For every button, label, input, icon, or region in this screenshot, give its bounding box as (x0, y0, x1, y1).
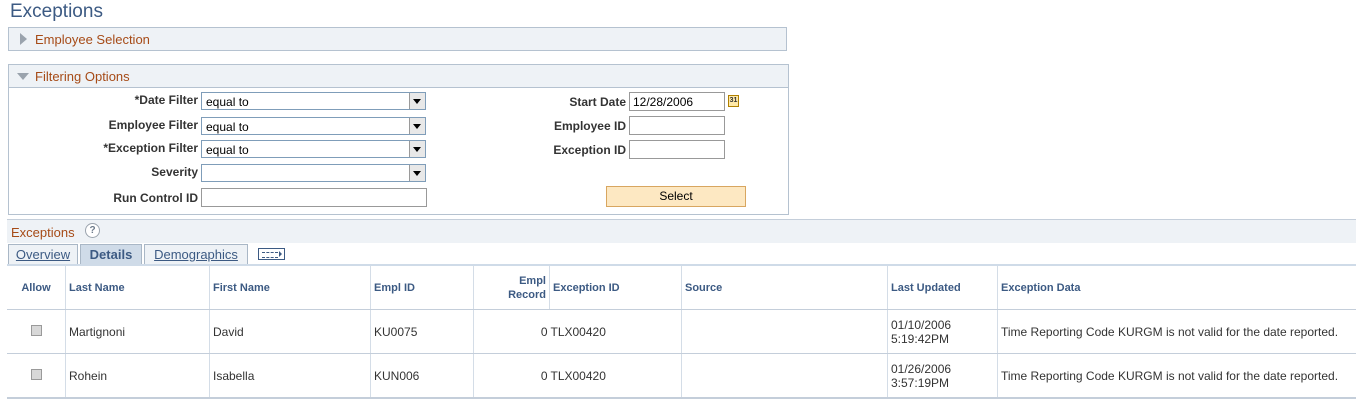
tab-demographics-label[interactable]: Demographics (154, 247, 238, 262)
col-empl-id[interactable]: Empl ID (370, 266, 474, 310)
col-empl-record-line1[interactable]: Empl (519, 275, 546, 287)
source-cell (681, 353, 888, 399)
expand-arrow-icon[interactable] (20, 33, 27, 45)
employee-filter-label: Employee Filter (108, 118, 198, 132)
filtering-options-section[interactable]: Filtering Options (8, 64, 789, 88)
show-all-columns-icon[interactable] (258, 248, 285, 260)
dropdown-arrow-icon[interactable] (409, 165, 425, 181)
exception-filter-select[interactable]: equal to (201, 140, 426, 158)
empl-id-cell: KUN006 (370, 353, 474, 399)
exception-data-cell: Time Reporting Code KURGM is not valid f… (997, 309, 1356, 354)
col-empl-record[interactable]: Empl Record (473, 266, 550, 310)
exception-id-input[interactable] (629, 140, 725, 159)
first-name-cell: David (209, 309, 371, 354)
tab-details-label[interactable]: Details (90, 247, 133, 262)
col-exception-id[interactable]: Exception ID (549, 266, 682, 310)
first-name-cell: Isabella (209, 353, 371, 399)
dropdown-arrow-icon[interactable] (409, 118, 425, 134)
empl-id-cell: KU0075 (370, 309, 474, 354)
last-updated-cell: 01/10/2006 5:19:42PM (887, 309, 998, 354)
exception-data-cell: Time Reporting Code KURGM is not valid f… (997, 353, 1356, 399)
date-filter-label: *Date Filter (134, 93, 198, 107)
collapse-arrow-icon[interactable] (17, 73, 29, 80)
tab-details[interactable]: Details (80, 244, 142, 265)
tab-overview[interactable]: Overview (8, 244, 78, 265)
col-allow[interactable]: Allow (7, 266, 66, 310)
allow-checkbox[interactable] (30, 324, 42, 336)
run-control-id-input[interactable] (201, 188, 427, 207)
col-exception-data[interactable]: Exception Data (997, 266, 1356, 310)
last-updated-time: 3:57:19PM (891, 375, 950, 390)
allow-checkbox[interactable] (30, 368, 42, 380)
severity-select[interactable] (201, 164, 426, 182)
table-row: Rohein Isabella KUN006 0 TLX00420 01/26/… (7, 353, 1356, 399)
employee-filter-select[interactable]: equal to (201, 117, 426, 135)
last-updated-time: 5:19:42PM (891, 331, 950, 346)
employee-filter-value: equal to (206, 120, 249, 134)
empl-record-cell: 0 (473, 309, 550, 354)
tab-overview-label[interactable]: Overview (16, 247, 70, 262)
calendar-icon[interactable]: 31 (728, 95, 739, 107)
last-updated-date: 01/10/2006 (891, 317, 952, 332)
col-first-name[interactable]: First Name (209, 266, 371, 310)
last-updated-cell: 01/26/2006 3:57:19PM (887, 353, 998, 399)
filtering-options-label[interactable]: Filtering Options (35, 69, 130, 84)
select-button[interactable]: Select (606, 186, 746, 207)
exception-filter-value: equal to (206, 143, 249, 157)
start-date-label: Start Date (569, 95, 626, 109)
exceptions-grid: Allow Last Name First Name Empl ID Empl … (7, 266, 1356, 399)
tab-demographics[interactable]: Demographics (144, 244, 248, 265)
col-source[interactable]: Source (681, 266, 888, 310)
date-filter-select[interactable]: equal to (201, 92, 426, 110)
severity-label: Severity (151, 165, 198, 179)
col-empl-record-line2[interactable]: Record (508, 289, 546, 301)
start-date-input[interactable]: 12/28/2006 (629, 92, 725, 111)
exception-id-cell: TLX00420 (549, 353, 682, 399)
last-name-cell: Rohein (65, 353, 210, 399)
employee-id-input[interactable] (629, 116, 725, 135)
employee-selection-section[interactable]: Employee Selection (8, 27, 787, 51)
source-cell (681, 309, 888, 354)
employee-id-label: Employee ID (553, 119, 626, 133)
exceptions-grid-header: Exceptions ? (7, 219, 1356, 243)
exceptions-grid-title: Exceptions (11, 225, 75, 240)
col-last-name[interactable]: Last Name (65, 266, 210, 310)
grid-header-row: Allow Last Name First Name Empl ID Empl … (7, 266, 1356, 310)
date-filter-value: equal to (206, 95, 249, 109)
table-row: Martignoni David KU0075 0 TLX00420 01/10… (7, 309, 1356, 354)
help-icon[interactable]: ? (85, 223, 100, 238)
exception-id-cell: TLX00420 (549, 309, 682, 354)
dropdown-arrow-icon[interactable] (409, 93, 425, 109)
last-name-cell: Martignoni (65, 309, 210, 354)
exception-filter-label: *Exception Filter (103, 141, 198, 155)
dropdown-arrow-icon[interactable] (409, 141, 425, 157)
empl-record-cell: 0 (473, 353, 550, 399)
employee-selection-label[interactable]: Employee Selection (35, 32, 150, 47)
col-last-updated[interactable]: Last Updated (887, 266, 998, 310)
exception-id-label: Exception ID (553, 143, 626, 157)
run-control-id-label: Run Control ID (113, 191, 198, 205)
last-updated-date: 01/26/2006 (891, 361, 952, 376)
page-title: Exceptions (10, 1, 103, 22)
